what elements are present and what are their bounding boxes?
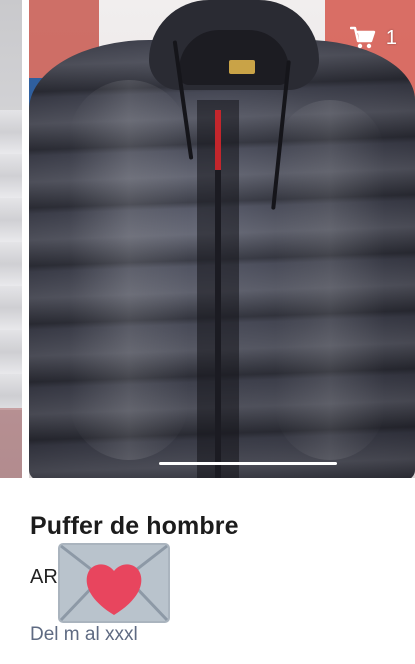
carousel-page-indicator bbox=[29, 462, 415, 465]
cart-count-badge: 1 bbox=[385, 27, 397, 49]
product-image-carousel[interactable]: 1 bbox=[0, 0, 415, 478]
price-prefix: AR bbox=[30, 566, 58, 588]
carousel-active-indicator bbox=[159, 462, 337, 465]
puffer-jacket-illustration bbox=[29, 40, 415, 478]
cart-button[interactable]: 1 bbox=[349, 26, 397, 50]
jacket-logo-patch bbox=[229, 60, 255, 74]
previous-image-peek[interactable] bbox=[0, 0, 22, 478]
product-image[interactable] bbox=[29, 0, 415, 478]
envelope-heart-sticker bbox=[58, 543, 170, 623]
cart-icon bbox=[349, 26, 376, 49]
product-title: Puffer de hombre bbox=[30, 512, 239, 540]
product-size-range: Del m al xxxl bbox=[30, 624, 138, 645]
